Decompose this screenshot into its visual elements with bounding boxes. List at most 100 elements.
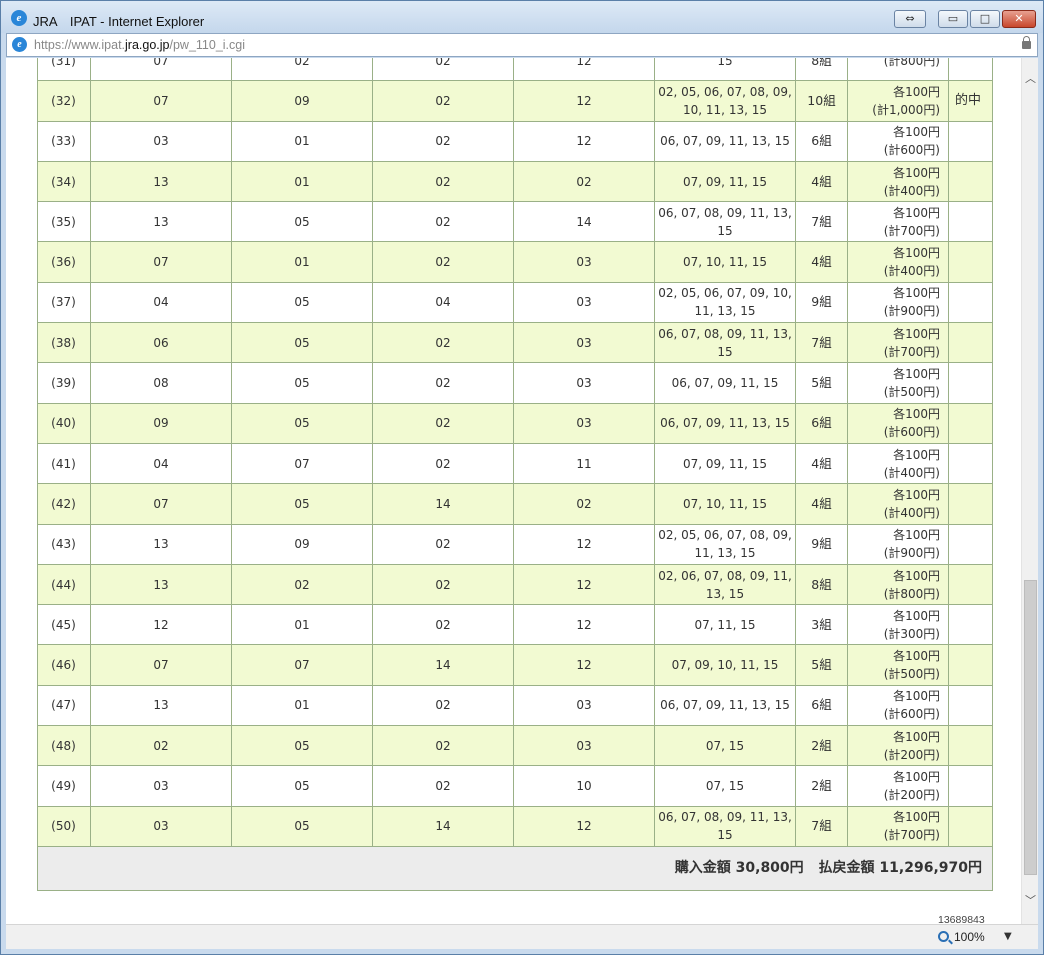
horse-numbers: 07, 11, 15 bbox=[654, 604, 796, 646]
close-button[interactable]: ✕ bbox=[1002, 10, 1036, 28]
table-row: (45) 12 01 02 12 07, 11, 15 3組 各100円 (計300円) bbox=[37, 604, 993, 646]
col-3-value: 14 bbox=[372, 483, 514, 525]
total-amount: (計600円) bbox=[883, 425, 940, 440]
amount-cell: 各100円 (計500円) bbox=[847, 362, 949, 404]
col-4-value: 02 bbox=[513, 483, 655, 525]
col-1-value: 04 bbox=[90, 442, 232, 485]
amount-cell: (計800円) bbox=[847, 58, 949, 82]
col-1-value: 08 bbox=[90, 362, 232, 404]
horse-numbers: 06, 07, 08, 09, 11, 13, 15 bbox=[654, 201, 796, 243]
unit-amount: 各100円 bbox=[893, 407, 940, 422]
purchase-value: 30,800円 bbox=[735, 860, 804, 877]
unit-amount: 各100円 bbox=[893, 367, 940, 382]
result-cell: 的中 bbox=[948, 80, 993, 122]
total-amount: (計900円) bbox=[883, 546, 940, 561]
col-1-value: 13 bbox=[90, 563, 232, 606]
col-1-value: 07 bbox=[90, 58, 232, 82]
total-amount: (計700円) bbox=[883, 223, 940, 238]
horse-numbers: 07, 10, 11, 15 bbox=[654, 483, 796, 525]
horse-numbers: 07, 10, 11, 15 bbox=[654, 241, 796, 283]
row-number: (38) bbox=[37, 322, 91, 364]
scroll-up-icon[interactable]: ︿ bbox=[1022, 70, 1038, 87]
maximize-button[interactable]: □ bbox=[970, 10, 1000, 28]
horse-numbers: 07, 09, 11, 15 bbox=[654, 160, 796, 203]
scroll-thumb[interactable] bbox=[1024, 580, 1037, 875]
col-1-value: 04 bbox=[90, 281, 232, 324]
total-amount: (計400円) bbox=[883, 465, 940, 480]
row-number: (48) bbox=[37, 725, 91, 767]
table-row: (44) 13 02 02 12 02, 06, 07, 08, 09, 11, 13, … bbox=[37, 563, 993, 606]
result-cell bbox=[948, 483, 993, 525]
combination-count: 3組 bbox=[795, 604, 848, 646]
minimize-button[interactable]: ▭ bbox=[938, 10, 968, 28]
col-4-value: 02 bbox=[513, 160, 655, 203]
table-row: (32) 07 09 02 12 02, 05, 06, 07, 08, 09, 10, … bbox=[37, 80, 993, 122]
url-path: /pw_110_i.cgi bbox=[169, 38, 246, 52]
col-2-value: 09 bbox=[231, 523, 373, 565]
col-3-value: 02 bbox=[372, 322, 514, 364]
unit-amount: 各100円 bbox=[893, 205, 940, 220]
zoom-icon[interactable] bbox=[938, 931, 949, 942]
row-number: (47) bbox=[37, 684, 91, 727]
address-url[interactable]: https://www.ipat.jra.go.jp/pw_110_i.cgi bbox=[34, 38, 245, 52]
col-3-value: 14 bbox=[372, 805, 514, 847]
table-row: (40) 09 05 02 03 06, 07, 09, 11, 13, 15 6組 各100… bbox=[37, 402, 993, 444]
unit-amount: 各100円 bbox=[893, 165, 940, 180]
horse-numbers: 06, 07, 09, 11, 13, 15 bbox=[654, 684, 796, 727]
col-3-value: 02 bbox=[372, 160, 514, 203]
unit-amount: 各100円 bbox=[893, 689, 940, 704]
col-2-value: 05 bbox=[231, 281, 373, 324]
table-row: (46) 07 07 14 12 07, 09, 10, 11, 15 5組 各100円 (計5… bbox=[37, 644, 993, 686]
col-1-value: 09 bbox=[90, 402, 232, 444]
address-bar[interactable]: e https://www.ipat.jra.go.jp/pw_110_i.cg… bbox=[6, 33, 1038, 57]
col-4-value: 03 bbox=[513, 362, 655, 404]
col-2-value: 05 bbox=[231, 483, 373, 525]
col-3-value: 02 bbox=[372, 725, 514, 767]
combination-count: 8組 bbox=[795, 563, 848, 606]
table-row: (39) 08 05 02 03 06, 07, 09, 11, 15 5組 各100円 (計5… bbox=[37, 362, 993, 404]
combination-count: 4組 bbox=[795, 442, 848, 485]
totals-row: 購入金額 30,800円 払戻金額 11,296,970円 bbox=[37, 845, 993, 891]
lock-icon[interactable] bbox=[1022, 36, 1031, 49]
col-3-value: 02 bbox=[372, 402, 514, 444]
total-amount: (計700円) bbox=[883, 344, 940, 359]
footer-id: 13689843 bbox=[938, 914, 985, 924]
horse-numbers: 02, 05, 06, 07, 09, 10, 11, 13, 15 bbox=[654, 281, 796, 324]
amount-cell: 各100円 (計900円) bbox=[847, 523, 949, 565]
row-number: (44) bbox=[37, 563, 91, 606]
vertical-scrollbar[interactable]: ︿ ﹀ bbox=[1021, 58, 1038, 924]
horse-numbers: 15 bbox=[654, 58, 796, 82]
tab-restore-button[interactable]: ⇔ bbox=[894, 10, 926, 28]
scroll-down-icon[interactable]: ﹀ bbox=[1022, 892, 1038, 909]
horse-numbers: 07, 15 bbox=[654, 765, 796, 807]
zoom-dropdown-icon[interactable]: ▼ bbox=[1004, 931, 1012, 942]
col-2-value: 07 bbox=[231, 442, 373, 485]
col-4-value: 12 bbox=[513, 604, 655, 646]
col-1-value: 03 bbox=[90, 765, 232, 807]
total-amount: (計300円) bbox=[883, 626, 940, 641]
table-row: (37) 04 05 04 03 02, 05, 06, 07, 09, 10, 11, … bbox=[37, 281, 993, 324]
col-1-value: 07 bbox=[90, 241, 232, 283]
payout-label: 払戻金額 bbox=[818, 860, 875, 877]
table-row: (42) 07 05 14 02 07, 10, 11, 15 4組 各100円 (計400円) bbox=[37, 483, 993, 525]
col-3-value: 02 bbox=[372, 362, 514, 404]
combination-count: 6組 bbox=[795, 684, 848, 727]
amount-cell: 各100円 (計600円) bbox=[847, 684, 949, 727]
bet-table-container: (31) 07 02 02 12 15 8組 (計800円) (32) 07 09 02 12 02, 0… bbox=[37, 58, 993, 891]
combination-count: 7組 bbox=[795, 805, 848, 847]
amount-cell: 各100円 (計700円) bbox=[847, 805, 949, 847]
col-1-value: 13 bbox=[90, 684, 232, 727]
amount-cell: 各100円 (計600円) bbox=[847, 402, 949, 444]
amount-cell: 各100円 (計700円) bbox=[847, 201, 949, 243]
payout-value: 11,296,970円 bbox=[879, 860, 982, 877]
zoom-level[interactable]: 100% bbox=[954, 930, 985, 944]
unit-amount: 各100円 bbox=[893, 84, 940, 99]
combination-count: 4組 bbox=[795, 241, 848, 283]
result-cell bbox=[948, 120, 993, 162]
horse-numbers: 02, 05, 06, 07, 08, 09, 11, 13, 15 bbox=[654, 523, 796, 565]
col-4-value: 10 bbox=[513, 765, 655, 807]
unit-amount: 各100円 bbox=[893, 286, 940, 301]
col-2-value: 09 bbox=[231, 80, 373, 122]
url-host: jra.go.jp bbox=[125, 38, 170, 52]
result-cell bbox=[948, 241, 993, 283]
